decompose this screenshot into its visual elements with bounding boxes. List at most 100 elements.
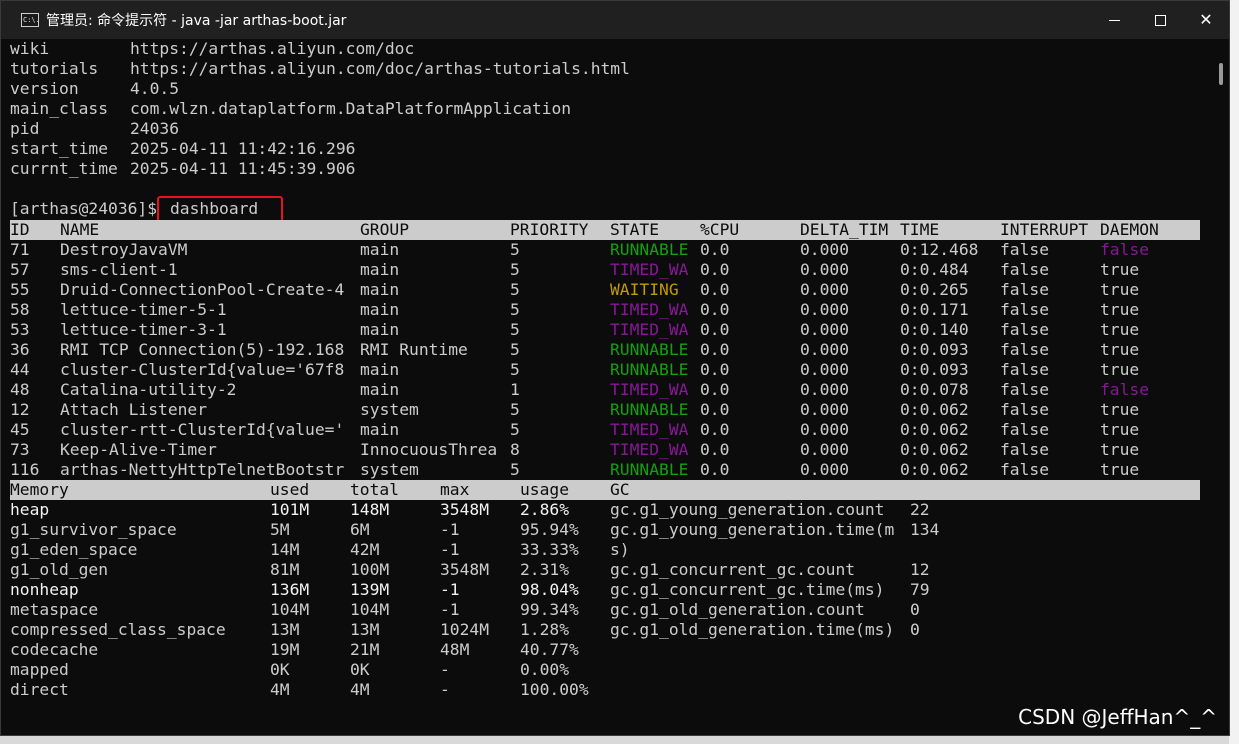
maximize-button[interactable] xyxy=(1137,1,1183,39)
memory-cell: 4M xyxy=(350,680,370,699)
thread-cell-id: 55 xyxy=(10,280,30,299)
close-button[interactable]: ✕ xyxy=(1183,1,1229,39)
thread-cell-daemon: true xyxy=(1100,360,1140,379)
thread-cell-daemon: true xyxy=(1100,460,1140,479)
terminal-output[interactable]: wiki https://arthas.aliyun.com/doc tutoria… xyxy=(10,39,1210,735)
memory-cell: 2.31% xyxy=(520,560,570,579)
thread-cell-daemon: true xyxy=(1100,400,1140,419)
memory-cell: 1.28% xyxy=(520,620,570,639)
memory-cell: heap xyxy=(10,500,50,519)
thread-column-header: DELTA_TIM xyxy=(800,220,889,239)
thread-cell-id: 73 xyxy=(10,440,30,459)
thread-cell-state: TIMED_WA xyxy=(610,420,689,439)
gc-metric-value: 0 xyxy=(910,620,920,639)
window-title: 管理员: 命令提示符 - java -jar arthas-boot.jar xyxy=(46,13,347,29)
title-bar[interactable]: C:\. 管理员: 命令提示符 - java -jar arthas-boot.… xyxy=(1,1,1229,39)
memory-cell: -1 xyxy=(440,540,460,559)
memory-cell: nonheap xyxy=(10,580,79,599)
memory-cell: 100.00% xyxy=(520,680,589,699)
thread-cell-name: cluster-ClusterId{value='67f8 xyxy=(60,360,345,379)
thread-cell-priority: 5 xyxy=(510,420,520,439)
memory-cell: 13M xyxy=(350,620,380,639)
thread-cell-deltatim: 0.000 xyxy=(800,400,850,419)
thread-cell-time: 0:0.484 xyxy=(900,260,969,279)
memory-cell: 148M xyxy=(350,500,390,519)
thread-cell-priority: 5 xyxy=(510,300,520,319)
memory-cell: 104M xyxy=(270,600,310,619)
thread-column-header: STATE xyxy=(610,220,660,239)
memory-column-header: used xyxy=(270,480,310,499)
thread-cell-daemon: true xyxy=(1100,420,1140,439)
thread-cell-deltatim: 0.000 xyxy=(800,280,850,299)
thread-cell-interrupt: false xyxy=(1000,440,1050,459)
thread-cell-deltatim: 0.000 xyxy=(800,260,850,279)
minimize-icon xyxy=(1108,19,1120,21)
thread-column-header: PRIORITY xyxy=(510,220,589,239)
thread-cell-state: TIMED_WA xyxy=(610,320,689,339)
memory-cell: -1 xyxy=(440,580,460,599)
thread-cell-deltatim: 0.000 xyxy=(800,320,850,339)
memory-cell: g1_survivor_space xyxy=(10,520,177,539)
minimize-button[interactable] xyxy=(1091,1,1137,39)
gc-metric-value: 12 xyxy=(910,560,930,579)
close-icon: ✕ xyxy=(1199,10,1213,29)
memory-cell: 42M xyxy=(350,540,380,559)
thread-cell-id: 53 xyxy=(10,320,30,339)
memory-cell: 100M xyxy=(350,560,390,579)
thread-cell-id: 48 xyxy=(10,380,30,399)
memory-cell: 0K xyxy=(270,660,290,679)
scrollbar-thumb[interactable] xyxy=(1219,63,1223,85)
thread-cell-deltatim: 0.000 xyxy=(800,300,850,319)
memory-cell: - xyxy=(440,660,450,679)
memory-cell: 33.33% xyxy=(520,540,579,559)
thread-cell-id: 36 xyxy=(10,340,30,359)
thread-column-header: GROUP xyxy=(360,220,410,239)
thread-cell-state: RUNNABLE xyxy=(610,460,689,479)
command-highlight-box xyxy=(157,196,283,223)
memory-cell: compressed_class_space xyxy=(10,620,226,639)
thread-cell-name: cluster-rtt-ClusterId{value=' xyxy=(60,420,345,439)
thread-cell-cpu: 0.0 xyxy=(700,460,730,479)
thread-cell-time: 0:0.062 xyxy=(900,440,969,459)
thread-cell-group: main xyxy=(360,320,400,339)
thread-cell-group: main xyxy=(360,280,400,299)
thread-cell-cpu: 0.0 xyxy=(700,420,730,439)
thread-cell-id: 58 xyxy=(10,300,30,319)
info-value: com.wlzn.dataplatform.DataPlatformApplic… xyxy=(130,99,572,118)
thread-cell-interrupt: false xyxy=(1000,400,1050,419)
thread-cell-state: TIMED_WA xyxy=(610,260,689,279)
memory-cell: 48M xyxy=(440,640,470,659)
info-value: 2025-04-11 11:42:16.296 xyxy=(130,139,356,158)
memory-cell: 14M xyxy=(270,540,300,559)
memory-cell: 101M xyxy=(270,500,310,519)
thread-column-header: NAME xyxy=(60,220,100,239)
thread-column-header: ID xyxy=(10,220,30,239)
thread-cell-daemon: true xyxy=(1100,440,1140,459)
thread-cell-group: InnocuousThrea xyxy=(360,440,498,459)
memory-column-header: Memory xyxy=(10,480,69,499)
thread-cell-interrupt: false xyxy=(1000,300,1050,319)
thread-cell-id: 12 xyxy=(10,400,30,419)
thread-column-header: %CPU xyxy=(700,220,740,239)
memory-cell: 0.00% xyxy=(520,660,570,679)
info-value: 4.0.5 xyxy=(130,79,180,98)
memory-cell: 136M xyxy=(270,580,310,599)
memory-cell: 3548M xyxy=(440,560,490,579)
thread-cell-name: sms-client-1 xyxy=(60,260,178,279)
prompt-text: [arthas@24036]$ xyxy=(10,199,158,218)
thread-cell-deltatim: 0.000 xyxy=(800,460,850,479)
thread-cell-cpu: 0.0 xyxy=(700,280,730,299)
thread-cell-state: RUNNABLE xyxy=(610,360,689,379)
gc-metric-name: gc.g1_old_generation.count xyxy=(610,600,865,619)
thread-cell-cpu: 0.0 xyxy=(700,360,730,379)
memory-cell: mapped xyxy=(10,660,69,679)
memory-cell: 4M xyxy=(270,680,290,699)
gc-metric-name: gc.g1_concurrent_gc.count xyxy=(610,560,856,579)
memory-cell: -1 xyxy=(440,520,460,539)
memory-column-header: max xyxy=(440,480,470,499)
thread-cell-time: 0:0.093 xyxy=(900,340,969,359)
gc-metric-value: 0 xyxy=(910,600,920,619)
thread-cell-priority: 5 xyxy=(510,320,520,339)
thread-cell-group: main xyxy=(360,260,400,279)
memory-cell: 98.04% xyxy=(520,580,579,599)
